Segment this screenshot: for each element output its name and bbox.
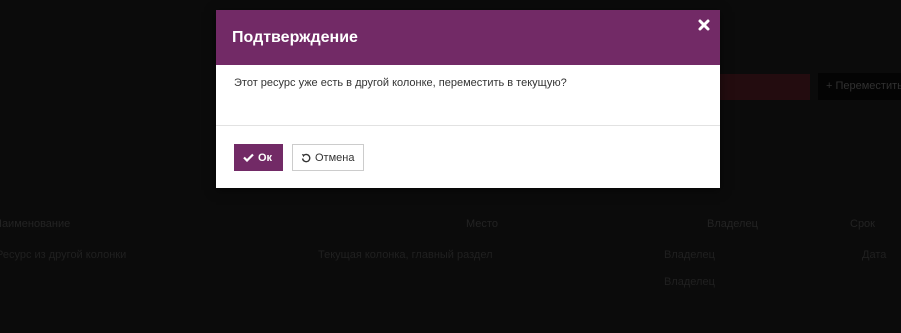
- dialog-title: Подтверждение: [232, 29, 358, 46]
- cancel-button-label: Отмена: [315, 151, 355, 164]
- undo-icon: [301, 153, 311, 162]
- confirm-dialog: Подтверждение Этот ресурс уже есть в дру…: [216, 10, 720, 188]
- check-icon: [243, 153, 254, 162]
- dialog-footer: Ок Отмена: [216, 126, 720, 188]
- close-icon[interactable]: [697, 18, 711, 32]
- dialog-message: Этот ресурс уже есть в другой колонке, п…: [234, 77, 567, 89]
- ok-button[interactable]: Ок: [234, 144, 283, 171]
- cancel-button[interactable]: Отмена: [292, 144, 364, 171]
- page: + Переместить Наименование Место Владеле…: [0, 0, 901, 333]
- ok-button-label: Ок: [258, 151, 273, 164]
- dialog-body: Этот ресурс уже есть в другой колонке, п…: [216, 65, 720, 125]
- dialog-header: Подтверждение: [216, 10, 720, 65]
